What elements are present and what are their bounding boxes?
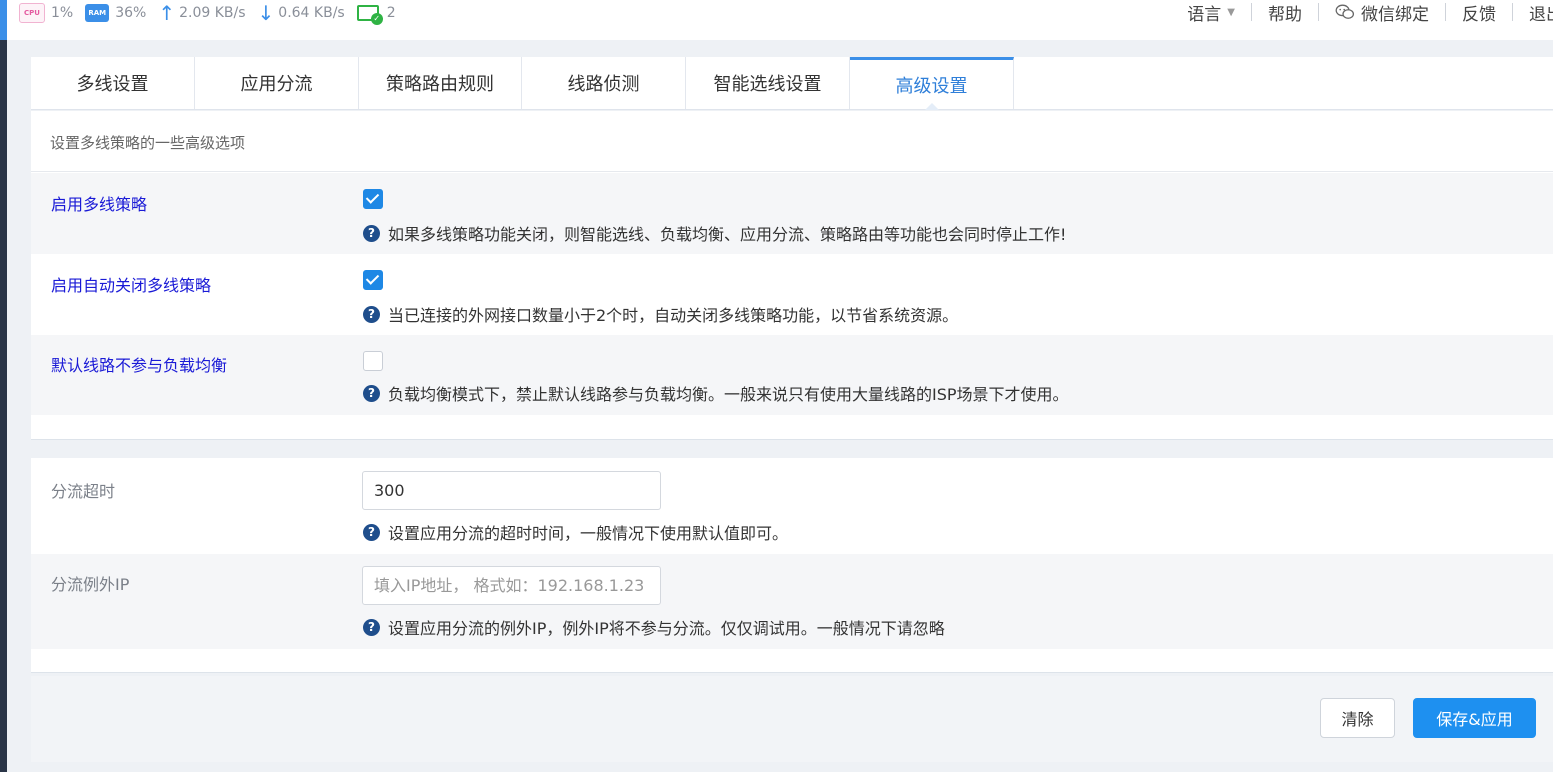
download-stat: ↓ 0.64 KB/s <box>258 3 345 23</box>
ram-icon: RAM <box>85 4 110 22</box>
wechat-icon <box>1335 4 1355 19</box>
setting-label: 分流超时 <box>51 482 116 501</box>
default-line-no-lb-checkbox[interactable] <box>363 351 383 371</box>
ram-value: 36% <box>115 5 147 21</box>
setting-row-exception-ip: 分流例外IP ? 设置应用分流的例外IP，例外IP将不参与分流。仅仅调试用。一般… <box>31 554 1553 649</box>
setting-label: 启用自动关闭多线策略 <box>51 276 212 295</box>
panel-description: 设置多线策略的一些高级选项 <box>50 134 246 152</box>
auto-disable-multiline-checkbox[interactable] <box>363 270 383 290</box>
help-text: 设置应用分流的超时时间，一般情况下使用默认值即可。 <box>388 524 789 543</box>
routing-timeout-input[interactable] <box>362 471 661 510</box>
left-sidebar-edge <box>0 0 7 772</box>
tab-advanced-settings[interactable]: 高级设置 <box>850 57 1014 110</box>
tab-smart-line-selection[interactable]: 智能选线设置 <box>686 57 850 109</box>
routing-options-panel: 分流超时 ? 设置应用分流的超时时间，一般情况下使用默认值即可。 分流例外IP … <box>31 458 1553 673</box>
upload-arrow-icon: ↑ <box>158 1 176 25</box>
help-text: 如果多线策略功能关闭，则智能选线、负载均衡、应用分流、策略路由等功能也会同时停止… <box>388 225 1067 244</box>
wechat-bind-label: 微信绑定 <box>1361 4 1429 25</box>
wechat-bind-link[interactable]: 微信绑定 <box>1319 0 1445 25</box>
help-text: 负载均衡模式下，禁止默认线路参与负载均衡。一般来说只有使用大量线路的ISP场景下… <box>388 385 1069 404</box>
download-arrow-icon: ↓ <box>257 1 275 25</box>
setting-row-enable-multiline: 启用多线策略 ? 如果多线策略功能关闭，则智能选线、负载均衡、应用分流、策略路由… <box>31 173 1553 254</box>
help-text: 设置应用分流的例外IP，例外IP将不参与分流。仅仅调试用。一般情况下请忽略 <box>388 619 945 638</box>
tab-policy-routing-rules[interactable]: 策略路由规则 <box>359 57 522 109</box>
logout-link[interactable]: 退出 <box>1513 0 1553 25</box>
tab-line-detection[interactable]: 线路侦测 <box>522 57 686 109</box>
save-apply-button[interactable]: 保存&应用 <box>1413 698 1536 738</box>
setting-help: ? 负载均衡模式下，禁止默认线路参与负载均衡。一般来说只有使用大量线路的ISP场… <box>363 381 1069 405</box>
setting-help: ? 设置应用分流的超时时间，一般情况下使用默认值即可。 <box>363 520 788 544</box>
download-value: 0.64 KB/s <box>278 5 345 21</box>
setting-help: ? 如果多线策略功能关闭，则智能选线、负载均衡、应用分流、策略路由等功能也会同时… <box>363 221 1066 245</box>
tab-multiline-settings[interactable]: 多线设置 <box>31 57 195 109</box>
enable-multiline-checkbox[interactable] <box>363 189 383 209</box>
setting-label: 分流例外IP <box>51 575 130 594</box>
system-stats: CPU 1% RAM 36% ↑ 2.09 KB/s ↓ 0.64 KB/s ✓… <box>19 0 408 26</box>
setting-label: 默认线路不参与负载均衡 <box>51 356 228 375</box>
devices-value: 2 <box>386 5 396 21</box>
sidebar-accent <box>0 0 7 40</box>
setting-help: ? 设置应用分流的例外IP，例外IP将不参与分流。仅仅调试用。一般情况下请忽略 <box>363 615 945 639</box>
language-menu[interactable]: 语言 ▼ <box>1171 0 1251 25</box>
connected-device-icon: ✓ <box>356 5 383 25</box>
setting-row-routing-timeout: 分流超时 ? 设置应用分流的超时时间，一般情况下使用默认值即可。 <box>31 458 1553 554</box>
question-icon: ? <box>363 384 380 402</box>
help-text: 当已连接的外网接口数量小于2个时，自动关闭多线策略功能，以节省系统资源。 <box>388 306 959 325</box>
question-icon: ? <box>363 224 380 242</box>
tab-app-routing[interactable]: 应用分流 <box>195 57 359 109</box>
action-footer: 清除 保存&应用 <box>31 676 1553 762</box>
top-status-bar: CPU 1% RAM 36% ↑ 2.09 KB/s ↓ 0.64 KB/s ✓… <box>7 0 1553 40</box>
setting-row-default-line-no-lb: 默认线路不参与负载均衡 ? 负载均衡模式下，禁止默认线路参与负载均衡。一般来说只… <box>31 335 1553 415</box>
question-icon: ? <box>363 523 380 541</box>
setting-help: ? 当已连接的外网接口数量小于2个时，自动关闭多线策略功能，以节省系统资源。 <box>363 302 958 326</box>
caret-down-icon: ▼ <box>1227 6 1235 18</box>
upload-stat: ↑ 2.09 KB/s <box>158 3 245 23</box>
exception-ip-input[interactable] <box>362 566 661 605</box>
help-link[interactable]: 帮助 <box>1252 0 1318 25</box>
top-nav: 语言 ▼ 帮助 微信绑定 反馈 退出 <box>1171 0 1553 25</box>
setting-label: 启用多线策略 <box>51 195 148 214</box>
feedback-link[interactable]: 反馈 <box>1446 0 1512 25</box>
upload-value: 2.09 KB/s <box>179 5 246 21</box>
cpu-value: 1% <box>51 5 74 21</box>
clear-button[interactable]: 清除 <box>1320 698 1395 738</box>
settings-tabs: 多线设置 应用分流 策略路由规则 线路侦测 智能选线设置 高级设置 <box>31 57 1553 110</box>
advanced-options-panel: 设置多线策略的一些高级选项 启用多线策略 ? 如果多线策略功能关闭，则智能选线、… <box>31 111 1553 440</box>
language-label: 语言 <box>1187 4 1222 25</box>
question-icon: ? <box>363 618 380 636</box>
question-icon: ? <box>363 305 380 323</box>
setting-row-auto-disable: 启用自动关闭多线策略 ? 当已连接的外网接口数量小于2个时，自动关闭多线策略功能… <box>31 254 1553 335</box>
ram-stat: RAM 36% <box>85 4 146 22</box>
cpu-icon: CPU <box>19 3 45 23</box>
divider <box>31 171 1553 172</box>
devices-stat: ✓ 2 <box>356 5 396 25</box>
cpu-stat: CPU 1% <box>19 3 73 23</box>
